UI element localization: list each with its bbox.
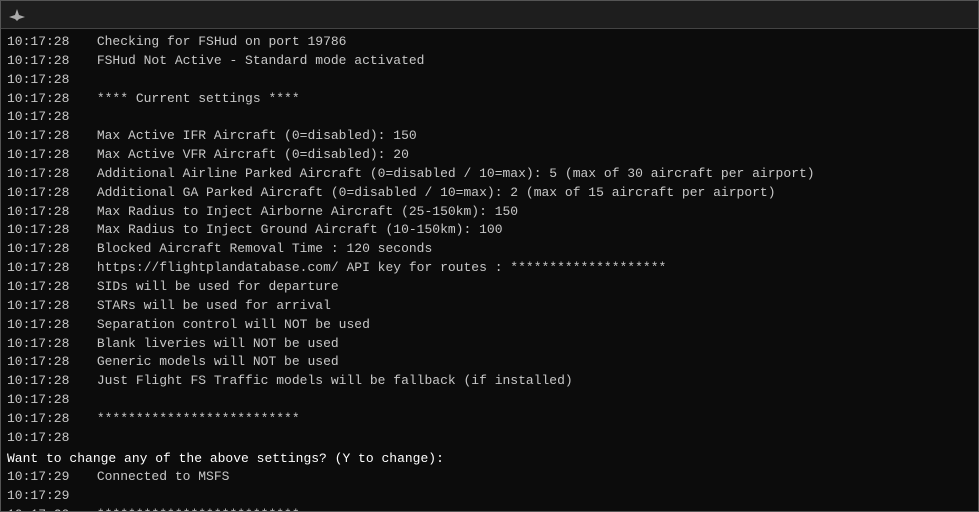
timestamp: 10:17:28 bbox=[7, 335, 69, 354]
message: ************************** bbox=[73, 410, 299, 429]
timestamp: 10:17:28 bbox=[7, 203, 69, 222]
message: FSHud Not Active - Standard mode activat… bbox=[73, 52, 424, 71]
timestamp: 10:17:28 bbox=[7, 108, 69, 127]
timestamp: 10:17:28 bbox=[7, 127, 69, 146]
console-line: 10:17:28 Additional GA Parked Aircraft (… bbox=[7, 184, 972, 203]
timestamp: 10:17:28 bbox=[7, 221, 69, 240]
message: SIDs will be used for departure bbox=[73, 278, 338, 297]
message: Blank liveries will NOT be used bbox=[73, 335, 338, 354]
console-line: 10:17:28 Separation control will NOT be … bbox=[7, 316, 972, 335]
console-line: 10:17:28 Max Radius to Inject Airborne A… bbox=[7, 203, 972, 222]
timestamp: 10:17:28 bbox=[7, 372, 69, 391]
console-line: 10:17:28 SIDs will be used for departure bbox=[7, 278, 972, 297]
timestamp: 10:17:28 bbox=[7, 240, 69, 259]
message: Additional GA Parked Aircraft (0=disable… bbox=[73, 184, 775, 203]
console-line: 10:17:28 Max Radius to Inject Ground Air… bbox=[7, 221, 972, 240]
console-line: 10:17:28 **** Current settings **** bbox=[7, 90, 972, 109]
console-line: 10:17:28 ************************** bbox=[7, 410, 972, 429]
console-line: 10:17:29 ************************** bbox=[7, 506, 972, 511]
timestamp: 10:17:29 bbox=[7, 487, 69, 506]
timestamp: 10:17:29 bbox=[7, 468, 69, 487]
console-line: 10:17:29 bbox=[7, 487, 972, 506]
console-line: 10:17:28 Checking for FSHud on port 1978… bbox=[7, 33, 972, 52]
timestamp: 10:17:28 bbox=[7, 33, 69, 52]
message: Separation control will NOT be used bbox=[73, 316, 369, 335]
message: Max Active IFR Aircraft (0=disabled): 15… bbox=[73, 127, 416, 146]
console-output: 10:17:28 Checking for FSHud on port 1978… bbox=[1, 29, 978, 511]
timestamp: 10:17:28 bbox=[7, 353, 69, 372]
message: Just Flight FS Traffic models will be fa… bbox=[73, 372, 572, 391]
console-line: 10:17:28 bbox=[7, 71, 972, 90]
timestamp: 10:17:28 bbox=[7, 184, 69, 203]
console-line: 10:17:28 Generic models will NOT be used bbox=[7, 353, 972, 372]
message: Max Active VFR Aircraft (0=disabled): 20 bbox=[73, 146, 408, 165]
timestamp: 10:17:28 bbox=[7, 165, 69, 184]
message: https://flightplandatabase.com/ API key … bbox=[73, 259, 666, 278]
console-line: 10:17:29 Connected to MSFS bbox=[7, 468, 972, 487]
message: STARs will be used for arrival bbox=[73, 297, 330, 316]
console-line: 10:17:28 Max Active VFR Aircraft (0=disa… bbox=[7, 146, 972, 165]
console-line: Want to change any of the above settings… bbox=[7, 450, 972, 469]
timestamp: 10:17:28 bbox=[7, 429, 69, 448]
console-line: 10:17:28 FSHud Not Active - Standard mod… bbox=[7, 52, 972, 71]
message: Checking for FSHud on port 19786 bbox=[73, 33, 346, 52]
title-bar bbox=[1, 1, 978, 29]
maximize-button[interactable] bbox=[878, 1, 924, 29]
console-line: 10:17:28 https://flightplandatabase.com/… bbox=[7, 259, 972, 278]
window-controls bbox=[832, 1, 970, 29]
timestamp: 10:17:29 bbox=[7, 506, 69, 511]
application-window: 10:17:28 Checking for FSHud on port 1978… bbox=[0, 0, 979, 512]
minimize-button[interactable] bbox=[832, 1, 878, 29]
timestamp: 10:17:28 bbox=[7, 391, 69, 410]
app-icon bbox=[9, 7, 25, 23]
console-line: 10:17:28 Blocked Aircraft Removal Time :… bbox=[7, 240, 972, 259]
message: Generic models will NOT be used bbox=[73, 353, 338, 372]
console-line: 10:17:28 Additional Airline Parked Aircr… bbox=[7, 165, 972, 184]
console-line: 10:17:28 bbox=[7, 108, 972, 127]
message: Max Radius to Inject Airborne Aircraft (… bbox=[73, 203, 518, 222]
timestamp: 10:17:28 bbox=[7, 146, 69, 165]
timestamp: 10:17:28 bbox=[7, 90, 69, 109]
timestamp: 10:17:28 bbox=[7, 52, 69, 71]
close-button[interactable] bbox=[924, 1, 970, 29]
message: Max Radius to Inject Ground Aircraft (10… bbox=[73, 221, 502, 240]
console-line: 10:17:28 Just Flight FS Traffic models w… bbox=[7, 372, 972, 391]
message: Blocked Aircraft Removal Time : 120 seco… bbox=[73, 240, 432, 259]
timestamp: 10:17:28 bbox=[7, 71, 69, 90]
timestamp: 10:17:28 bbox=[7, 297, 69, 316]
timestamp: 10:17:28 bbox=[7, 410, 69, 429]
console-line: 10:17:28 STARs will be used for arrival bbox=[7, 297, 972, 316]
message: Connected to MSFS bbox=[73, 468, 229, 487]
timestamp: 10:17:28 bbox=[7, 259, 69, 278]
console-line: 10:17:28 bbox=[7, 429, 972, 448]
timestamp: 10:17:28 bbox=[7, 316, 69, 335]
timestamp: 10:17:28 bbox=[7, 278, 69, 297]
message: **** Current settings **** bbox=[73, 90, 299, 109]
console-line: 10:17:28 bbox=[7, 391, 972, 410]
console-line: 10:17:28 Max Active IFR Aircraft (0=disa… bbox=[7, 127, 972, 146]
message: ************************** bbox=[73, 506, 299, 511]
console-line: 10:17:28 Blank liveries will NOT be used bbox=[7, 335, 972, 354]
message: Additional Airline Parked Aircraft (0=di… bbox=[73, 165, 814, 184]
